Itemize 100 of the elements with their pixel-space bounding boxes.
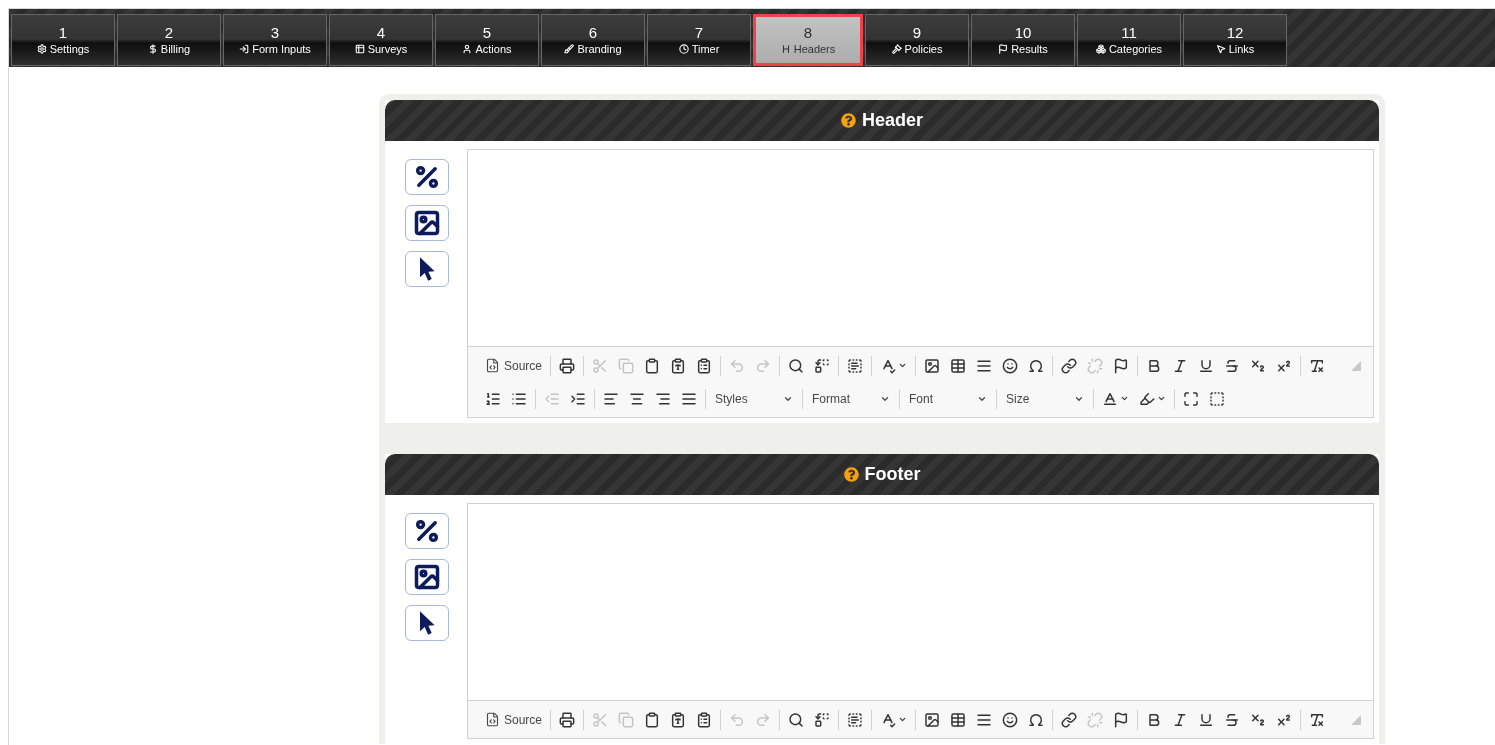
tab[interactable]: 8 Headers <box>753 14 863 66</box>
resize-grip-icon <box>1351 714 1361 725</box>
paste-word-icon <box>696 711 713 728</box>
background-color-icon <box>1139 390 1155 407</box>
tab-label: Timer <box>691 42 720 56</box>
gavel-icon <box>891 44 902 54</box>
tab[interactable]: 1 Settings <box>11 14 115 66</box>
tab[interactable]: 9 Policies <box>865 14 969 66</box>
omega-icon <box>1028 711 1045 728</box>
copy-icon <box>618 711 635 728</box>
source-button[interactable]: Source <box>480 707 548 732</box>
tab[interactable]: 2 Billing <box>117 14 221 66</box>
paste-word-icon <box>696 357 713 374</box>
tab-label: Links <box>1228 42 1255 56</box>
spellcheck-icon <box>880 711 897 728</box>
tab-label: Policies <box>904 42 943 56</box>
print-icon <box>559 357 576 374</box>
tab-number: 2 <box>164 24 174 42</box>
tab-number: 8 <box>803 24 813 42</box>
source-button[interactable]: Source <box>480 353 548 378</box>
tab[interactable]: 10 Results <box>971 14 1075 66</box>
tab-number: 5 <box>482 24 492 42</box>
tab-label: Headers <box>793 42 836 56</box>
help-icon <box>841 113 856 128</box>
spellcheck-icon <box>880 357 897 374</box>
pointer-button[interactable] <box>404 605 449 641</box>
toolbar-dropdown[interactable]: Format <box>806 386 896 411</box>
gear-icon <box>36 44 47 54</box>
print-icon <box>559 711 576 728</box>
clock-icon <box>678 44 689 54</box>
tab[interactable]: 3 Form Inputs <box>223 14 327 66</box>
flag-icon <box>998 44 1009 54</box>
unlink-icon <box>1087 357 1104 374</box>
image-button[interactable] <box>404 559 449 595</box>
image-icon <box>412 209 441 237</box>
tab-number: 4 <box>376 24 386 42</box>
percent-button[interactable] <box>404 513 449 549</box>
image-icon <box>924 711 941 728</box>
tab-number: 7 <box>694 24 704 42</box>
flag-icon <box>1113 711 1130 728</box>
redo-icon <box>755 357 772 374</box>
flag-icon <box>1113 357 1130 374</box>
tab-label: Results <box>1011 42 1048 56</box>
smiley-icon <box>1002 711 1019 728</box>
tab-label: Settings <box>49 42 90 56</box>
paste-icon <box>644 711 661 728</box>
tab-label: Categories <box>1108 42 1163 56</box>
tab-number: 12 <box>1226 24 1244 42</box>
toolbar-dropdown[interactable]: Styles <box>709 386 799 411</box>
cut-icon <box>592 357 609 374</box>
image-icon <box>924 357 941 374</box>
maximize-icon <box>1183 390 1199 407</box>
link-icon <box>1061 357 1078 374</box>
tab[interactable]: 7 Timer <box>647 14 751 66</box>
image-button[interactable] <box>404 205 449 241</box>
tab[interactable]: 12 Links <box>1183 14 1287 66</box>
search-icon <box>788 357 805 374</box>
sign-in-icon <box>239 44 250 54</box>
tab[interactable]: 5 Actions <box>435 14 539 66</box>
tab-label: Actions <box>475 42 512 56</box>
tab-label: Billing <box>160 42 191 56</box>
undo-icon <box>729 711 746 728</box>
caret-icon <box>898 361 908 370</box>
tab-label: Branding <box>577 42 622 56</box>
help-icon <box>843 467 859 482</box>
percent-button[interactable] <box>404 159 449 195</box>
table-icon <box>950 711 967 728</box>
copy-icon <box>618 357 635 374</box>
show-blocks-icon <box>1209 390 1225 407</box>
panel-title: Footer <box>864 463 921 486</box>
undo-icon <box>729 357 746 374</box>
remove-format-icon <box>1309 711 1326 728</box>
tab-number: 6 <box>588 24 598 42</box>
toolbar-dropdown[interactable]: Font <box>903 386 993 411</box>
tab[interactable]: 11 Categories <box>1077 14 1181 66</box>
strikethrough-icon <box>1224 711 1241 728</box>
toolbar-dropdown[interactable]: Size <box>1000 386 1090 411</box>
dollar-icon <box>147 44 158 54</box>
smiley-icon <box>1002 357 1019 374</box>
tab-number: 1 <box>58 24 68 42</box>
search-icon <box>788 711 805 728</box>
image-icon <box>412 563 441 591</box>
paste-text-icon <box>670 357 687 374</box>
pointer-button[interactable] <box>404 251 449 287</box>
tab-label: Form Inputs <box>252 42 311 56</box>
panel-title: Header <box>862 109 923 132</box>
select-all-icon <box>847 711 864 728</box>
unlink-icon <box>1087 711 1104 728</box>
heading-icon <box>780 44 791 54</box>
underline-icon <box>1198 357 1215 374</box>
brush-icon <box>564 44 575 54</box>
tab[interactable]: 4 Surveys <box>329 14 433 66</box>
replace-icon <box>814 711 831 728</box>
paste-icon <box>644 357 661 374</box>
source-file-icon <box>485 712 500 727</box>
tab[interactable]: 6 Branding <box>541 14 645 66</box>
select-all-icon <box>847 357 864 374</box>
user-icon <box>462 44 473 54</box>
redo-icon <box>755 711 772 728</box>
list-icon <box>354 44 365 54</box>
